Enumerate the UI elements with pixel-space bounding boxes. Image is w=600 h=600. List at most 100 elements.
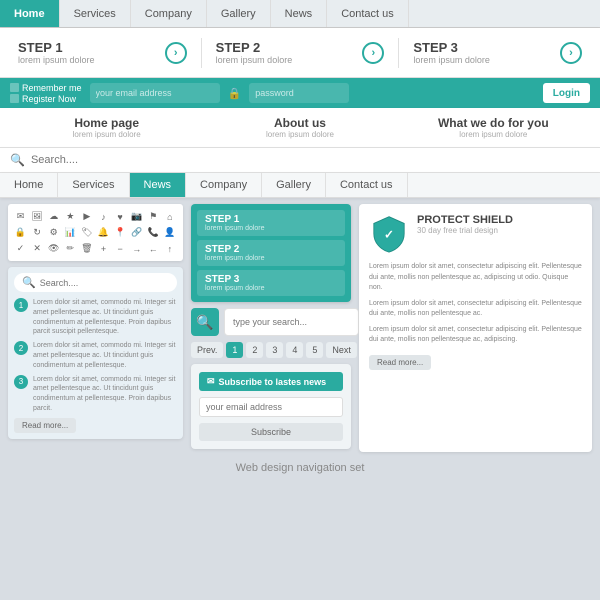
nav2-contact[interactable]: Contact us bbox=[326, 173, 408, 197]
step1-sub: lorem ipsum dolore bbox=[18, 55, 95, 65]
shield-title: PROTECT SHIELD bbox=[417, 214, 513, 226]
nav2-home[interactable]: Home bbox=[0, 173, 58, 197]
icon-trash: 🗑 bbox=[80, 242, 93, 255]
nav1-home[interactable]: Home bbox=[0, 0, 60, 27]
nav1-news[interactable]: News bbox=[271, 0, 328, 27]
icon-arrow-l: ← bbox=[147, 242, 160, 255]
step-widget-2: STEP 2 lorem ipsum dolore bbox=[197, 240, 345, 266]
step3-sub: lorem ipsum dolore bbox=[413, 55, 490, 65]
step2-sub: lorem ipsum dolore bbox=[216, 55, 293, 65]
footer-text: Web design navigation set bbox=[236, 462, 365, 474]
shield-title-block: PROTECT SHIELD 30 day free trial design bbox=[417, 214, 513, 235]
register-checkbox[interactable] bbox=[10, 94, 19, 103]
step-divider-2 bbox=[398, 38, 399, 68]
prev-button[interactable]: Prev. bbox=[191, 342, 223, 358]
nav1-services[interactable]: Services bbox=[60, 0, 131, 27]
list-item-2: 2 Lorem dolor sit amet, commodo mi. Inte… bbox=[14, 341, 177, 370]
icon-flag: ⚑ bbox=[147, 210, 160, 223]
shield-read-more-button[interactable]: Read more... bbox=[369, 355, 431, 370]
subscribe-button[interactable]: Subscribe bbox=[199, 423, 343, 441]
next-button[interactable]: Next bbox=[326, 342, 357, 358]
icon-image: 🖼 bbox=[31, 210, 44, 223]
search-icon: 🔍 bbox=[10, 153, 25, 167]
subscribe-envelope-icon: ✉ bbox=[207, 376, 215, 387]
nav2-company[interactable]: Company bbox=[186, 173, 262, 197]
secondary-nav: Home Services News Company Gallery Conta… bbox=[0, 173, 600, 198]
info-whatwedo: What we do for you lorem ipsum dolore bbox=[397, 116, 590, 139]
list-text-2: Lorem dolor sit amet, commodo mi. Intege… bbox=[33, 341, 177, 370]
list-text-3: Lorem dolor sit amet, commodo mi. Intege… bbox=[33, 375, 177, 414]
svg-text:✓: ✓ bbox=[384, 228, 394, 242]
icon-lock: 🔒 bbox=[14, 226, 27, 239]
nav2-gallery[interactable]: Gallery bbox=[262, 173, 326, 197]
page-3-button[interactable]: 3 bbox=[266, 342, 283, 358]
icon-arrow-u: ↑ bbox=[163, 242, 176, 255]
step-divider-1 bbox=[201, 38, 202, 68]
icon-plus: + bbox=[97, 242, 110, 255]
nav2-news[interactable]: News bbox=[130, 173, 187, 197]
icon-heart: ♥ bbox=[114, 210, 127, 223]
nav1-contact[interactable]: Contact us bbox=[327, 0, 409, 27]
icon-pencil: ✏ bbox=[64, 242, 77, 255]
icon-bell: 🔔 bbox=[97, 226, 110, 239]
step-3: STEP 3 lorem ipsum dolore › bbox=[405, 36, 590, 69]
info-row: Home page lorem ipsum dolore About us lo… bbox=[0, 108, 600, 148]
login-row: Remember me Register Now 🔒 Login bbox=[0, 78, 600, 108]
search-input[interactable] bbox=[31, 154, 181, 166]
email-input[interactable] bbox=[90, 83, 220, 103]
shield-text-2: Lorem ipsum dolor sit amet, consectetur … bbox=[369, 299, 582, 320]
icon-star: ★ bbox=[64, 210, 77, 223]
step-w-sub-3: lorem ipsum dolore bbox=[205, 285, 337, 292]
shield-text-3: Lorem ipsum dolor sit amet, consectetur … bbox=[369, 325, 582, 346]
info-home: Home page lorem ipsum dolore bbox=[10, 116, 203, 139]
middle-panel: STEP 1 lorem ipsum dolore STEP 2 lorem i… bbox=[191, 204, 351, 452]
page-1-button[interactable]: 1 bbox=[226, 342, 243, 358]
list-item-3: 3 Lorem dolor sit amet, commodo mi. Inte… bbox=[14, 375, 177, 414]
subscribe-email-input[interactable] bbox=[199, 397, 343, 417]
info-whatwedo-title: What we do for you bbox=[397, 116, 590, 130]
shield-header: ✓ PROTECT SHIELD 30 day free trial desig… bbox=[369, 214, 582, 254]
remember-checkbox[interactable] bbox=[10, 83, 19, 92]
steps-widget: STEP 1 lorem ipsum dolore STEP 2 lorem i… bbox=[191, 204, 351, 302]
search-big-button[interactable]: 🔍 bbox=[191, 308, 219, 336]
shield-widget: ✓ PROTECT SHIELD 30 day free trial desig… bbox=[359, 204, 592, 452]
search-big-input[interactable] bbox=[224, 308, 359, 336]
icon-x: ✕ bbox=[31, 242, 44, 255]
step3-arrow[interactable]: › bbox=[560, 42, 582, 64]
icon-user: 👤 bbox=[163, 226, 176, 239]
icon-cloud: ☁ bbox=[47, 210, 60, 223]
info-about-sub: lorem ipsum dolore bbox=[203, 130, 396, 139]
step1-arrow[interactable]: › bbox=[165, 42, 187, 64]
numbered-list: 1 Lorem dolor sit amet, commodo mi. Inte… bbox=[14, 298, 177, 414]
icon-phone: 📞 bbox=[147, 226, 160, 239]
icons-grid: ✉ 🖼 ☁ ★ ▶ ♪ ♥ 📷 ⚑ ⌂ 🔒 ↻ ⚙ 📊 🏷 🔔 📍 🔗 📞 👤 … bbox=[8, 204, 183, 261]
subscribe-label: Subscribe to lastes news bbox=[219, 377, 327, 387]
login-button[interactable]: Login bbox=[543, 83, 590, 103]
page-4-button[interactable]: 4 bbox=[286, 342, 303, 358]
widget-search-input[interactable] bbox=[40, 278, 120, 288]
page-2-button[interactable]: 2 bbox=[246, 342, 263, 358]
search-widget: 🔍 1 Lorem dolor sit amet, commodo mi. In… bbox=[8, 267, 183, 439]
icon-gear: ⚙ bbox=[47, 226, 60, 239]
step-w-title-3: STEP 3 bbox=[205, 274, 337, 285]
nav1-gallery[interactable]: Gallery bbox=[207, 0, 271, 27]
icon-envelope: ✉ bbox=[14, 210, 27, 223]
password-input[interactable] bbox=[249, 83, 349, 103]
page-5-button[interactable]: 5 bbox=[306, 342, 323, 358]
main-content: ✉ 🖼 ☁ ★ ▶ ♪ ♥ 📷 ⚑ ⌂ 🔒 ↻ ⚙ 📊 🏷 🔔 📍 🔗 📞 👤 … bbox=[0, 198, 600, 458]
shield-subtitle: 30 day free trial design bbox=[417, 226, 513, 235]
info-about: About us lorem ipsum dolore bbox=[203, 116, 396, 139]
read-more-button[interactable]: Read more... bbox=[14, 418, 76, 433]
step-w-title-2: STEP 2 bbox=[205, 244, 337, 255]
shield-icon-wrap: ✓ bbox=[369, 214, 409, 254]
step-w-sub-1: lorem ipsum dolore bbox=[205, 225, 337, 232]
step2-arrow[interactable]: › bbox=[362, 42, 384, 64]
icon-play: ▶ bbox=[80, 210, 93, 223]
icon-chart: 📊 bbox=[64, 226, 77, 239]
nav2-services[interactable]: Services bbox=[58, 173, 129, 197]
shield-body: Lorem ipsum dolor sit amet, consectetur … bbox=[369, 262, 582, 346]
icon-music: ♪ bbox=[97, 210, 110, 223]
widget-search-icon: 🔍 bbox=[22, 276, 36, 289]
footer: Web design navigation set bbox=[0, 458, 600, 478]
nav1-company[interactable]: Company bbox=[131, 0, 207, 27]
